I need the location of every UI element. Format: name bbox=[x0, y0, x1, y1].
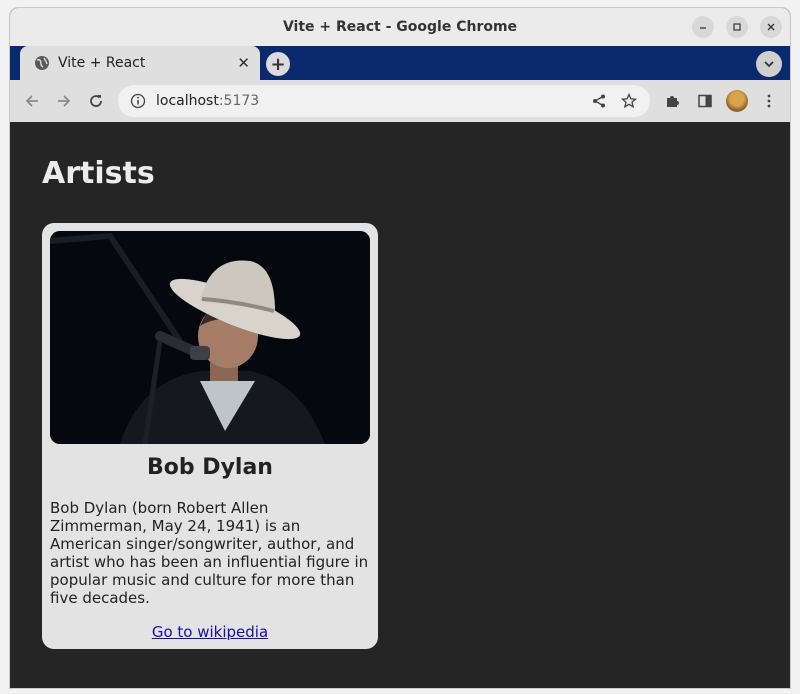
star-icon bbox=[621, 93, 637, 109]
globe-icon bbox=[35, 56, 49, 70]
share-button[interactable] bbox=[586, 88, 612, 114]
chevron-down-icon bbox=[764, 61, 774, 68]
title-bar: Vite + React - Google Chrome bbox=[10, 8, 790, 46]
info-icon[interactable] bbox=[130, 93, 146, 109]
browser-toolbar: localhost:5173 bbox=[10, 80, 790, 122]
minimize-icon bbox=[700, 27, 706, 29]
side-panel-button[interactable] bbox=[692, 85, 718, 117]
share-icon bbox=[593, 94, 605, 108]
browser-menu-button[interactable] bbox=[756, 85, 782, 117]
window-title: Vite + React - Google Chrome bbox=[282, 19, 518, 35]
page-title: Artists bbox=[42, 156, 155, 191]
forward-button[interactable] bbox=[48, 85, 80, 117]
url-text[interactable]: localhost:5173 bbox=[156, 93, 586, 109]
artist-card: Bob Dylan Bob Dylan (born Robert Allen Z… bbox=[42, 223, 378, 649]
wikipedia-link[interactable]: Go to wikipedia bbox=[42, 623, 378, 641]
arrow-right-icon bbox=[58, 95, 71, 107]
tab-close-icon[interactable]: ✕ bbox=[237, 54, 250, 72]
side-panel-icon bbox=[698, 94, 712, 108]
back-button[interactable] bbox=[16, 85, 48, 117]
browser-window: Vite + React - Google Chrome Vite + Reac… bbox=[10, 8, 790, 688]
tab-title: Vite + React bbox=[58, 55, 146, 71]
window-controls bbox=[692, 16, 782, 38]
profile-button[interactable] bbox=[724, 85, 750, 117]
close-icon bbox=[767, 23, 775, 31]
url-port: :5173 bbox=[218, 93, 260, 109]
close-window-button[interactable] bbox=[760, 16, 782, 38]
artist-photo bbox=[50, 231, 370, 444]
extensions-button[interactable] bbox=[660, 85, 686, 117]
avatar bbox=[726, 90, 748, 112]
maximize-icon bbox=[733, 23, 741, 31]
kebab-menu-icon bbox=[767, 94, 771, 108]
artist-description: Bob Dylan (born Robert Allen Zimmerman, … bbox=[50, 499, 369, 607]
artist-name: Bob Dylan bbox=[147, 455, 273, 480]
address-bar[interactable]: localhost:5173 bbox=[118, 85, 650, 117]
reload-button[interactable] bbox=[80, 85, 112, 117]
new-tab-button[interactable]: + bbox=[266, 52, 290, 76]
tab-strip: Vite + React ✕ + bbox=[10, 46, 790, 80]
bookmark-button[interactable] bbox=[616, 88, 642, 114]
maximize-button[interactable] bbox=[726, 16, 748, 38]
toolbar-right bbox=[660, 85, 782, 117]
page-content: Artists Bob Dylan Bob Dylan (born Robert… bbox=[10, 122, 790, 688]
puzzle-icon bbox=[667, 96, 679, 107]
minimize-button[interactable] bbox=[692, 16, 714, 38]
tab-search-button[interactable] bbox=[756, 51, 782, 77]
artist-photo-image bbox=[50, 231, 370, 444]
tab-vite-react[interactable]: Vite + React ✕ bbox=[20, 46, 260, 80]
reload-icon bbox=[90, 95, 102, 107]
arrow-left-icon bbox=[25, 95, 38, 107]
url-host: localhost bbox=[156, 93, 219, 109]
